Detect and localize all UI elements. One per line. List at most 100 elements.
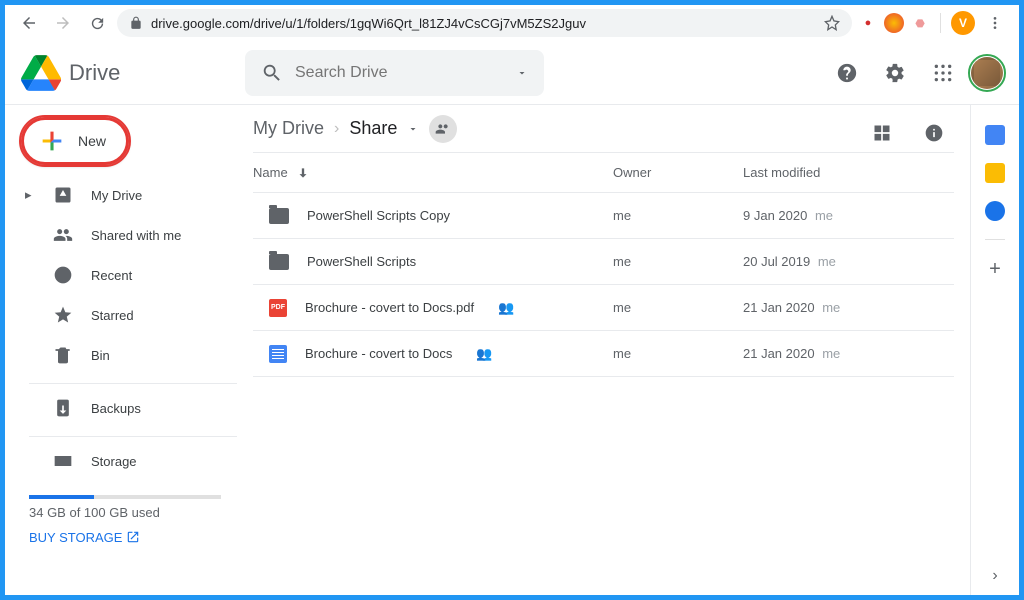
account-avatar[interactable]	[971, 57, 1003, 89]
breadcrumb-current[interactable]: Share	[349, 118, 397, 139]
file-modified: 21 Jan 2020 me	[743, 300, 954, 315]
folder-icon	[269, 254, 289, 270]
chevron-down-icon[interactable]	[407, 123, 419, 135]
file-owner: me	[613, 346, 743, 361]
recent-icon	[53, 265, 73, 285]
sidebar-item-label: Storage	[91, 454, 137, 469]
storage-meter: 34 GB of 100 GB used BUY STORAGE	[5, 481, 237, 547]
browser-toolbar: drive.google.com/drive/u/1/folders/1gqWi…	[5, 5, 1019, 41]
sidebar: New ▸ My Drive Shared with me Recent Sta…	[5, 105, 237, 595]
file-row[interactable]: PDFBrochure - covert to Docs.pdf👥me21 Ja…	[253, 285, 954, 331]
settings-button[interactable]	[875, 53, 915, 93]
address-bar[interactable]: drive.google.com/drive/u/1/folders/1gqWi…	[117, 9, 852, 37]
side-panel: + ›	[971, 105, 1019, 595]
col-modified-header[interactable]: Last modified	[743, 165, 954, 180]
file-modified: 20 Jul 2019 me	[743, 254, 954, 269]
sidebar-item-backups[interactable]: Backups	[5, 388, 237, 428]
column-headers: Name Owner Last modified	[253, 153, 954, 193]
extension-icon-2[interactable]	[884, 13, 904, 33]
collapse-sidepanel-button[interactable]: ›	[992, 567, 997, 585]
lock-icon	[129, 16, 143, 30]
chrome-profile-avatar[interactable]: V	[951, 11, 975, 35]
details-button[interactable]	[914, 113, 954, 153]
backups-icon	[53, 398, 73, 418]
app-name: Drive	[69, 60, 120, 86]
drive-logo[interactable]: Drive	[21, 53, 237, 93]
file-name: Brochure - covert to Docs.pdf	[305, 300, 474, 315]
reload-button[interactable]	[83, 9, 111, 37]
search-input[interactable]	[295, 64, 504, 82]
file-owner: me	[613, 254, 743, 269]
divider	[29, 436, 237, 437]
apps-button[interactable]	[923, 53, 963, 93]
search-icon	[261, 62, 283, 84]
breadcrumb: My Drive › Share	[253, 105, 954, 153]
file-name: Brochure - covert to Docs	[305, 346, 452, 361]
url-text: drive.google.com/drive/u/1/folders/1gqWi…	[151, 16, 816, 31]
folder-icon	[269, 208, 289, 224]
separator	[940, 13, 941, 33]
shared-indicator[interactable]	[429, 115, 457, 143]
sidebar-item-label: Starred	[91, 308, 134, 323]
keep-addon-icon[interactable]	[985, 163, 1005, 183]
bin-icon	[53, 345, 73, 365]
calendar-addon-icon[interactable]	[985, 125, 1005, 145]
mydrive-icon	[53, 185, 73, 205]
storage-icon	[53, 451, 73, 471]
extension-icon-1[interactable]: ●	[858, 13, 878, 33]
col-owner-header[interactable]: Owner	[613, 165, 743, 180]
file-name: PowerShell Scripts	[307, 254, 416, 269]
sidebar-item-label: Bin	[91, 348, 110, 363]
divider	[985, 239, 1005, 240]
new-button-label: New	[78, 133, 106, 149]
back-button[interactable]	[15, 9, 43, 37]
file-modified: 9 Jan 2020 me	[743, 208, 954, 223]
tasks-addon-icon[interactable]	[985, 201, 1005, 221]
storage-fill	[29, 495, 94, 499]
star-icon	[53, 305, 73, 325]
shared-icon: 👥	[498, 300, 514, 316]
sidebar-item-label: My Drive	[91, 188, 142, 203]
sidebar-item-mydrive[interactable]: ▸ My Drive	[5, 175, 237, 215]
new-button[interactable]: New	[21, 117, 129, 165]
extension-icon-3[interactable]: ⬣	[910, 13, 930, 33]
sidebar-item-starred[interactable]: Starred	[5, 295, 237, 335]
storage-usage-text: 34 GB of 100 GB used	[29, 505, 221, 520]
grid-view-button[interactable]	[862, 113, 902, 153]
support-button[interactable]	[827, 53, 867, 93]
get-addons-button[interactable]: +	[989, 258, 1001, 281]
file-owner: me	[613, 208, 743, 223]
star-icon[interactable]	[824, 15, 840, 31]
file-name: PowerShell Scripts Copy	[307, 208, 450, 223]
plus-icon	[38, 127, 66, 155]
shared-icon: 👥	[476, 346, 492, 362]
expand-icon[interactable]: ▸	[25, 187, 35, 203]
col-name-label: Name	[253, 165, 288, 180]
sidebar-item-shared[interactable]: Shared with me	[5, 215, 237, 255]
file-owner: me	[613, 300, 743, 315]
breadcrumb-root[interactable]: My Drive	[253, 118, 324, 139]
search-dropdown-icon[interactable]	[516, 67, 528, 79]
buy-storage-link[interactable]: BUY STORAGE	[29, 530, 140, 545]
sidebar-item-label: Shared with me	[91, 228, 181, 243]
search-box[interactable]	[245, 50, 544, 96]
file-row[interactable]: PowerShell Scripts Copy me9 Jan 2020 me	[253, 193, 954, 239]
drive-logo-icon	[21, 53, 61, 93]
col-name-header[interactable]: Name	[253, 165, 613, 180]
external-link-icon	[126, 530, 140, 544]
sidebar-item-label: Backups	[91, 401, 141, 416]
drive-header: Drive	[5, 41, 1019, 105]
sidebar-item-storage[interactable]: Storage	[5, 441, 237, 481]
sidebar-item-recent[interactable]: Recent	[5, 255, 237, 295]
doc-icon	[269, 345, 287, 363]
sidebar-item-bin[interactable]: Bin	[5, 335, 237, 375]
shared-icon	[53, 225, 73, 245]
sort-arrow-icon[interactable]	[296, 166, 310, 180]
forward-button[interactable]	[49, 9, 77, 37]
buy-storage-label: BUY STORAGE	[29, 530, 122, 545]
divider	[29, 383, 237, 384]
chrome-menu-button[interactable]	[981, 9, 1009, 37]
file-list-panel: My Drive › Share Name Owner Last	[237, 105, 971, 595]
file-row[interactable]: Brochure - covert to Docs👥me21 Jan 2020 …	[253, 331, 954, 377]
file-row[interactable]: PowerShell Scripts me20 Jul 2019 me	[253, 239, 954, 285]
